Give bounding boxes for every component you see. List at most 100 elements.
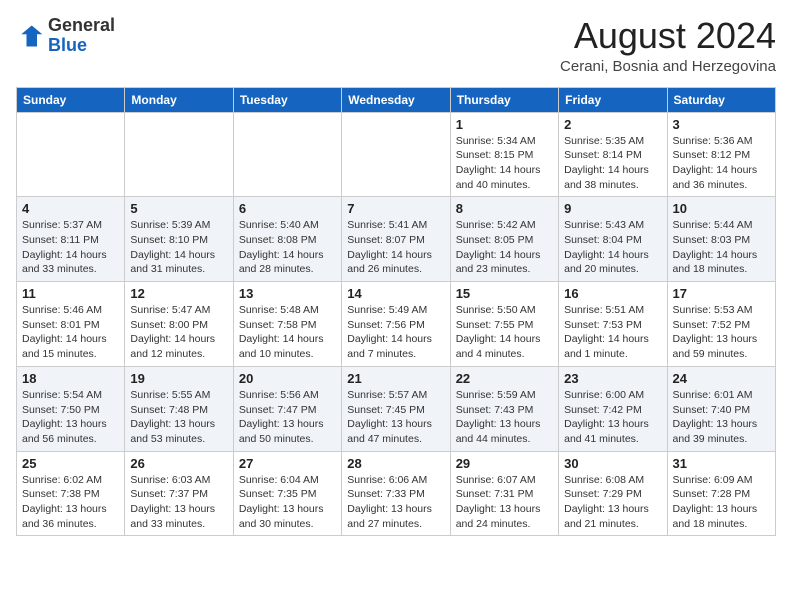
logo: General Blue — [16, 16, 115, 56]
calendar-day-cell: 23Sunrise: 6:00 AM Sunset: 7:42 PM Dayli… — [559, 366, 667, 451]
day-number: 7 — [347, 201, 444, 216]
day-info: Sunrise: 5:40 AM Sunset: 8:08 PM Dayligh… — [239, 218, 336, 277]
calendar-day-cell: 26Sunrise: 6:03 AM Sunset: 7:37 PM Dayli… — [125, 451, 233, 536]
day-number: 13 — [239, 286, 336, 301]
day-info: Sunrise: 6:01 AM Sunset: 7:40 PM Dayligh… — [673, 388, 770, 447]
calendar-day-cell: 12 Sunrise: 5:47 AM Sunset: 8:00 PM Dayli… — [125, 282, 233, 367]
calendar-week-row: 25 Sunrise: 6:02 AM Sunset: 7:38 PM Dayli… — [17, 451, 776, 536]
weekday-header: Saturday — [667, 87, 775, 112]
day-number: 2 — [564, 117, 661, 132]
day-info: Sunrise: 5:44 AM Sunset: 8:03 PM Dayligh… — [673, 218, 770, 277]
day-number: 25 — [22, 456, 119, 471]
day-number: 14 — [347, 286, 444, 301]
calendar-week-row: 1Sunrise: 5:34 AM Sunset: 8:15 PM Daylig… — [17, 112, 776, 197]
day-number: 12 — [130, 286, 227, 301]
day-info: Sunrise: 5:37 AM Sunset: 8:11 PM Dayligh… — [22, 218, 119, 277]
calendar-day-cell — [125, 112, 233, 197]
day-number: 29 — [456, 456, 553, 471]
weekday-header: Friday — [559, 87, 667, 112]
day-number: 11 — [22, 286, 119, 301]
day-number: 24 — [673, 371, 770, 386]
day-info: Sunrise: 5:36 AM Sunset: 8:12 PM Dayligh… — [673, 134, 770, 193]
calendar-day-cell: 10Sunrise: 5:44 AM Sunset: 8:03 PM Dayli… — [667, 197, 775, 282]
calendar-day-cell — [233, 112, 341, 197]
location: Cerani, Bosnia and Herzegovina — [560, 58, 776, 75]
calendar-day-cell: 24 Sunrise: 6:01 AM Sunset: 7:40 PM Dayli… — [667, 366, 775, 451]
calendar-day-cell: 9 Sunrise: 5:43 AM Sunset: 8:04 PM Daylig… — [559, 197, 667, 282]
day-info: Sunrise: 5:49 AM Sunset: 7:56 PM Dayligh… — [347, 303, 444, 362]
day-info: Sunrise: 6:08 AM Sunset: 7:29 PM Dayligh… — [564, 473, 661, 532]
page-header: General Blue August 2024 Cerani, Bosnia … — [16, 16, 776, 75]
calendar-week-row: 18 Sunrise: 5:54 AM Sunset: 7:50 PM Dayli… — [17, 366, 776, 451]
day-info: Sunrise: 5:35 AM Sunset: 8:14 PM Dayligh… — [564, 134, 661, 193]
day-number: 4 — [22, 201, 119, 216]
weekday-header: Monday — [125, 87, 233, 112]
day-info: Sunrise: 5:57 AM Sunset: 7:45 PM Dayligh… — [347, 388, 444, 447]
calendar-day-cell: 5Sunrise: 5:39 AM Sunset: 8:10 PM Daylig… — [125, 197, 233, 282]
calendar-day-cell: 1Sunrise: 5:34 AM Sunset: 8:15 PM Daylig… — [450, 112, 558, 197]
day-number: 5 — [130, 201, 227, 216]
day-number: 6 — [239, 201, 336, 216]
calendar-day-cell: 16 Sunrise: 5:51 AM Sunset: 7:53 PM Dayli… — [559, 282, 667, 367]
weekday-header: Thursday — [450, 87, 558, 112]
day-info: Sunrise: 5:34 AM Sunset: 8:15 PM Dayligh… — [456, 134, 553, 193]
day-info: Sunrise: 5:48 AM Sunset: 7:58 PM Dayligh… — [239, 303, 336, 362]
calendar-day-cell: 2 Sunrise: 5:35 AM Sunset: 8:14 PM Daylig… — [559, 112, 667, 197]
day-info: Sunrise: 6:02 AM Sunset: 7:38 PM Dayligh… — [22, 473, 119, 532]
day-number: 23 — [564, 371, 661, 386]
day-info: Sunrise: 5:43 AM Sunset: 8:04 PM Dayligh… — [564, 218, 661, 277]
calendar-day-cell: 27 Sunrise: 6:04 AM Sunset: 7:35 PM Dayli… — [233, 451, 341, 536]
title-area: August 2024 Cerani, Bosnia and Herzegovi… — [560, 16, 776, 75]
day-info: Sunrise: 6:07 AM Sunset: 7:31 PM Dayligh… — [456, 473, 553, 532]
day-info: Sunrise: 6:03 AM Sunset: 7:37 PM Dayligh… — [130, 473, 227, 532]
day-number: 31 — [673, 456, 770, 471]
calendar-day-cell: 7 Sunrise: 5:41 AM Sunset: 8:07 PM Daylig… — [342, 197, 450, 282]
logo-general: General — [48, 16, 115, 36]
day-number: 17 — [673, 286, 770, 301]
day-info: Sunrise: 5:51 AM Sunset: 7:53 PM Dayligh… — [564, 303, 661, 362]
day-number: 15 — [456, 286, 553, 301]
day-number: 9 — [564, 201, 661, 216]
weekday-header: Tuesday — [233, 87, 341, 112]
day-info: Sunrise: 5:41 AM Sunset: 8:07 PM Dayligh… — [347, 218, 444, 277]
day-info: Sunrise: 5:59 AM Sunset: 7:43 PM Dayligh… — [456, 388, 553, 447]
day-info: Sunrise: 5:55 AM Sunset: 7:48 PM Dayligh… — [130, 388, 227, 447]
logo-text: General Blue — [48, 16, 115, 56]
calendar-day-cell: 15 Sunrise: 5:50 AM Sunset: 7:55 PM Dayli… — [450, 282, 558, 367]
calendar-day-cell: 19Sunrise: 5:55 AM Sunset: 7:48 PM Dayli… — [125, 366, 233, 451]
calendar-day-cell: 17 Sunrise: 5:53 AM Sunset: 7:52 PM Dayli… — [667, 282, 775, 367]
calendar-day-cell: 22Sunrise: 5:59 AM Sunset: 7:43 PM Dayli… — [450, 366, 558, 451]
calendar-day-cell: 11Sunrise: 5:46 AM Sunset: 8:01 PM Dayli… — [17, 282, 125, 367]
day-number: 28 — [347, 456, 444, 471]
day-number: 21 — [347, 371, 444, 386]
calendar-day-cell: 14 Sunrise: 5:49 AM Sunset: 7:56 PM Dayli… — [342, 282, 450, 367]
day-info: Sunrise: 5:50 AM Sunset: 7:55 PM Dayligh… — [456, 303, 553, 362]
calendar-day-cell: 3 Sunrise: 5:36 AM Sunset: 8:12 PM Daylig… — [667, 112, 775, 197]
day-number: 16 — [564, 286, 661, 301]
month-year: August 2024 — [560, 16, 776, 56]
day-number: 20 — [239, 371, 336, 386]
day-info: Sunrise: 5:54 AM Sunset: 7:50 PM Dayligh… — [22, 388, 119, 447]
day-info: Sunrise: 6:04 AM Sunset: 7:35 PM Dayligh… — [239, 473, 336, 532]
day-info: Sunrise: 5:47 AM Sunset: 8:00 PM Dayligh… — [130, 303, 227, 362]
calendar-table: SundayMondayTuesdayWednesdayThursdayFrid… — [16, 87, 776, 537]
calendar-day-cell: 21 Sunrise: 5:57 AM Sunset: 7:45 PM Dayli… — [342, 366, 450, 451]
day-number: 3 — [673, 117, 770, 132]
calendar-day-cell: 13 Sunrise: 5:48 AM Sunset: 7:58 PM Dayli… — [233, 282, 341, 367]
calendar-day-cell: 6 Sunrise: 5:40 AM Sunset: 8:08 PM Daylig… — [233, 197, 341, 282]
day-info: Sunrise: 6:06 AM Sunset: 7:33 PM Dayligh… — [347, 473, 444, 532]
weekday-header-row: SundayMondayTuesdayWednesdayThursdayFrid… — [17, 87, 776, 112]
calendar-day-cell: 8Sunrise: 5:42 AM Sunset: 8:05 PM Daylig… — [450, 197, 558, 282]
day-info: Sunrise: 5:42 AM Sunset: 8:05 PM Dayligh… — [456, 218, 553, 277]
calendar-day-cell: 4 Sunrise: 5:37 AM Sunset: 8:11 PM Daylig… — [17, 197, 125, 282]
calendar-day-cell: 18 Sunrise: 5:54 AM Sunset: 7:50 PM Dayli… — [17, 366, 125, 451]
calendar-day-cell: 29 Sunrise: 6:07 AM Sunset: 7:31 PM Dayli… — [450, 451, 558, 536]
day-info: Sunrise: 5:53 AM Sunset: 7:52 PM Dayligh… — [673, 303, 770, 362]
calendar-week-row: 4 Sunrise: 5:37 AM Sunset: 8:11 PM Daylig… — [17, 197, 776, 282]
day-info: Sunrise: 6:09 AM Sunset: 7:28 PM Dayligh… — [673, 473, 770, 532]
day-info: Sunrise: 5:56 AM Sunset: 7:47 PM Dayligh… — [239, 388, 336, 447]
weekday-header: Wednesday — [342, 87, 450, 112]
day-number: 18 — [22, 371, 119, 386]
calendar-day-cell — [17, 112, 125, 197]
day-number: 27 — [239, 456, 336, 471]
